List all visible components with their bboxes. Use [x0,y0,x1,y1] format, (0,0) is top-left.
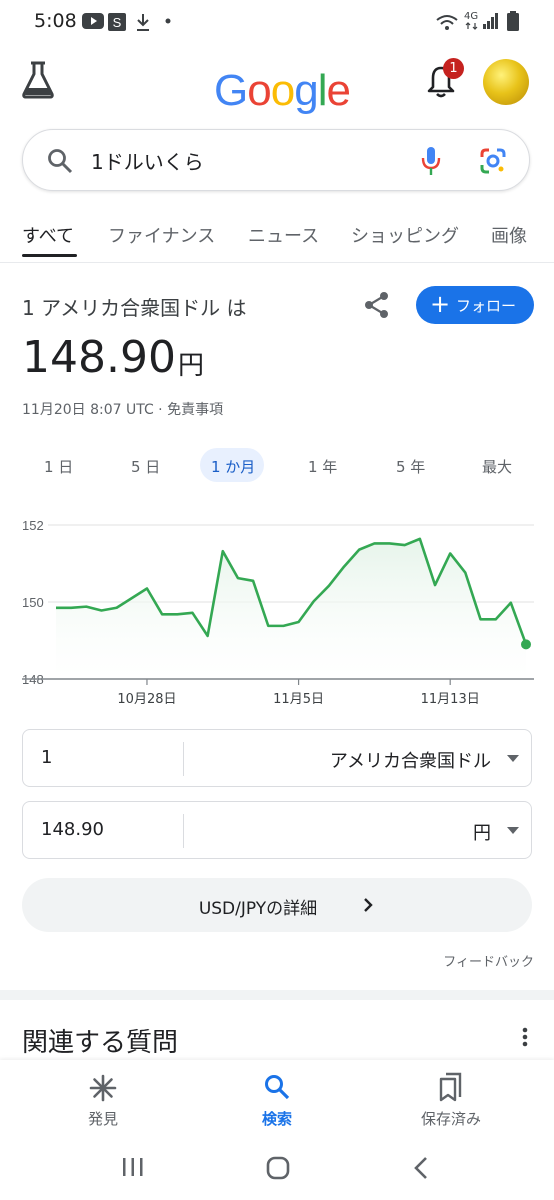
rate-chart[interactable]: 15215014810月28日 11月5日 11月13日 [0,505,554,715]
converter-from-currency[interactable]: アメリカ合衆国ドル [330,747,491,773]
notification-badge: 1 [443,58,464,79]
home-icon[interactable] [265,1155,291,1181]
dot-icon [165,18,171,24]
converter-from-input[interactable]: 1 [41,747,52,768]
converter-separator [183,742,184,776]
lens-icon[interactable] [479,147,507,175]
tab-active-indicator [22,254,77,257]
download-icon [137,14,149,31]
search-box[interactable]: 1ドルいくら [22,129,530,191]
feedback-link[interactable]: フィードバック [443,951,534,970]
nav-discover[interactable]: 発見 [43,1060,163,1140]
more-vert-icon[interactable] [515,1026,535,1050]
conversion-label: 1 アメリカ合衆国ドル は [22,296,247,320]
avatar[interactable] [483,59,529,105]
nav-saved-label: 保存済み [420,1110,481,1128]
x-tick-label: 10月28日 [117,692,176,707]
y-tick-label: 150 [22,595,44,610]
tab-news[interactable]: ニュース [248,222,319,248]
chevron-down-icon[interactable] [507,755,519,762]
discover-icon [89,1074,117,1102]
share-icon[interactable] [363,291,391,319]
range-1m[interactable]: 1 か月 [211,456,255,477]
section-separator [0,990,554,1000]
x-tick-label: 11月13日 [421,692,480,707]
back-icon[interactable] [412,1155,430,1181]
google-logo[interactable]: Google [214,66,351,116]
plus-icon: + [430,290,451,318]
mic-icon[interactable] [421,145,441,177]
related-questions-title: 関連する質問 [22,1028,179,1058]
details-label: USD/JPYの詳細 [198,899,318,919]
data-arrows-icon [465,22,478,30]
converter-to-box[interactable]: 148.90 円 [22,801,532,859]
tab-images[interactable]: 画像 [491,222,527,248]
converter-separator [183,814,184,848]
range-1y[interactable]: 1 年 [308,456,337,477]
search-icon [265,1075,290,1100]
recents-icon[interactable] [121,1156,145,1178]
tab-shopping[interactable]: ショッピング [351,222,459,248]
status-time: 5:08 [34,10,77,32]
rate-timestamp[interactable]: 11月20日 8:07 UTC · 免責事項 [22,399,223,419]
converter-from-box[interactable]: 1 アメリカ合衆国ドル [22,729,532,787]
svg-text:S: S [113,15,122,30]
follow-label: フォロー [456,297,517,315]
nav-saved[interactable]: 保存済み [391,1060,511,1140]
search-icon [48,149,73,174]
system-nav-bar [0,1140,554,1200]
chevron-down-icon[interactable] [507,827,519,834]
nav-search[interactable]: 検索 [217,1060,337,1140]
youtube-icon [82,13,104,29]
converter-to-input[interactable]: 148.90 [41,819,104,840]
range-5d[interactable]: 5 日 [131,456,160,477]
labs-flask-icon[interactable] [20,60,56,100]
x-tick-label: 11月5日 [273,692,324,707]
chart-end-point [521,639,531,650]
battery-icon [507,11,519,31]
range-1d[interactable]: 1 日 [44,456,73,477]
chevron-right-icon [364,898,373,912]
s-app-icon: S [108,13,126,31]
nav-search-label: 検索 [261,1110,292,1128]
tab-all[interactable]: すべて [22,222,74,248]
tab-finance[interactable]: ファイナンス [108,222,215,248]
range-max[interactable]: 最大 [482,456,512,477]
rate-unit: 円 [178,351,205,381]
range-5y[interactable]: 5 年 [396,456,425,477]
saved-icon [439,1072,462,1102]
network-type: 4G [464,11,479,22]
bottom-nav: 発見 検索 保存済み [0,1060,554,1140]
converter-to-currency[interactable]: 円 [473,819,491,845]
status-bar: 5:08 S 4G [0,0,554,44]
details-button[interactable]: USD/JPYの詳細 [22,878,532,932]
tabs-divider [0,262,554,263]
nav-discover-label: 発見 [87,1110,118,1128]
follow-button[interactable]: + フォロー [416,286,534,324]
y-tick-label: 152 [22,518,44,533]
rate-value: 148.90 [22,332,176,383]
wifi-icon [436,15,458,30]
search-input[interactable]: 1ドルいくら [91,146,204,175]
signal-icon [483,13,498,29]
